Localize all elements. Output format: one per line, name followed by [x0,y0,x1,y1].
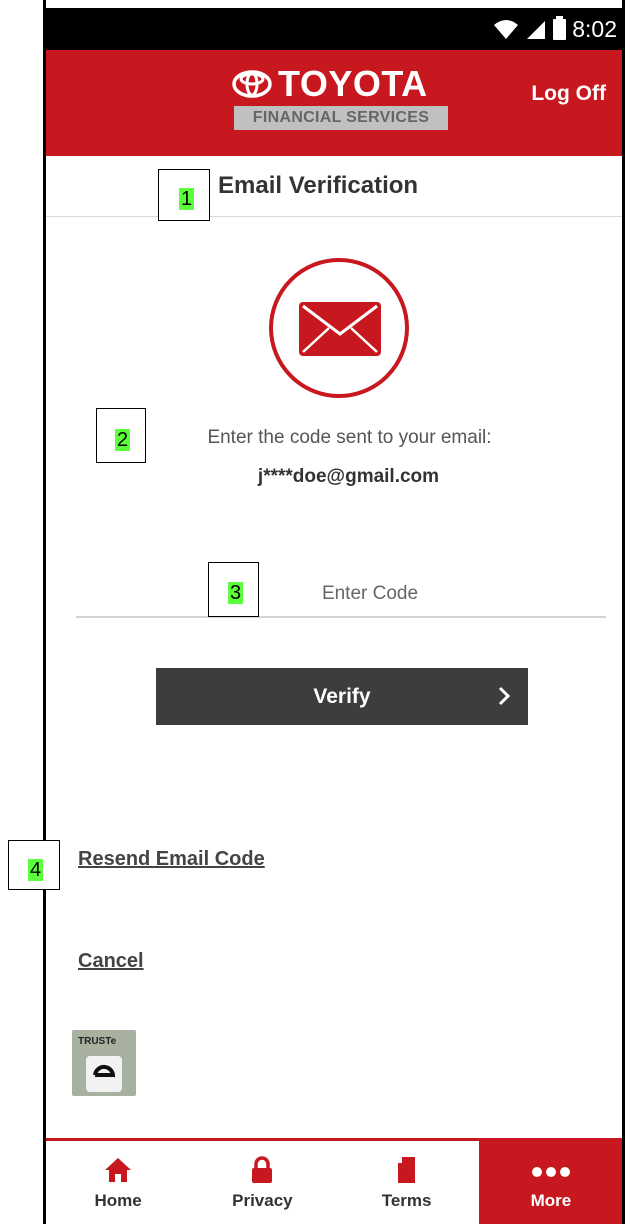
signal-icon [527,21,546,39]
chevron-right-icon [498,686,510,706]
nav-label-terms: Terms [381,1191,432,1210]
annotation-label-3: 3 [228,582,244,604]
home-icon [105,1158,132,1182]
nav-item-terms[interactable]: Terms [335,1141,479,1224]
battery-icon [553,15,567,40]
annotation-marker-3: 3 [208,562,259,617]
envelope-icon [299,302,381,356]
more-dots-icon [531,1167,570,1177]
truste-logo-icon [86,1056,122,1092]
phone-screen: 8:02 TOYOTA FINANCIAL SERVICES Log Off E… [43,0,623,1224]
document-icon [397,1157,415,1183]
logo-subtitle: FINANCIAL SERVICES [234,106,448,130]
annotation-marker-4: 4 [8,840,60,890]
page-title: Email Verification [218,172,419,199]
truste-badge[interactable]: TRUSTe [72,1030,136,1096]
wifi-icon [494,20,519,39]
status-bar: 8:02 [46,8,623,50]
logoff-button[interactable]: Log Off [531,82,606,106]
annotation-label-2: 2 [115,429,131,451]
code-input[interactable] [76,572,606,618]
status-indicators: 8:02 [493,14,617,44]
email-icon-circle [269,258,409,398]
nav-item-home[interactable]: Home [46,1141,190,1224]
resend-email-code-link[interactable]: Resend Email Code [78,848,265,871]
annotation-marker-2: 2 [96,408,146,463]
verify-button[interactable]: Verify [156,668,528,725]
phone-frame-edge [622,0,625,1224]
title-bar: Email Verification [46,156,623,217]
nav-item-privacy[interactable]: Privacy [190,1141,334,1224]
logo-word: TOYOTA [278,63,428,104]
status-time: 8:02 [572,15,617,42]
app-header: TOYOTA FINANCIAL SERVICES Log Off [46,50,623,156]
nav-label-more: More [530,1191,572,1210]
truste-label: TRUSTe [78,1036,117,1047]
annotation-label-1: 1 [179,188,195,210]
masked-email: j****doe@gmail.com [257,466,440,487]
nav-label-home: Home [94,1191,142,1210]
nav-item-more[interactable]: More [478,1141,623,1224]
cancel-link[interactable]: Cancel [78,950,144,973]
bottom-nav: Home Privacy Terms More [46,1138,623,1224]
nav-label-privacy: Privacy [232,1191,293,1210]
toyota-financial-logo: TOYOTA FINANCIAL SERVICES [232,66,452,130]
toyota-emblem-icon [232,70,272,98]
lock-icon [252,1156,273,1183]
annotation-marker-1: 1 [158,169,210,221]
verify-label: Verify [313,685,371,708]
annotation-label-4: 4 [28,859,44,881]
